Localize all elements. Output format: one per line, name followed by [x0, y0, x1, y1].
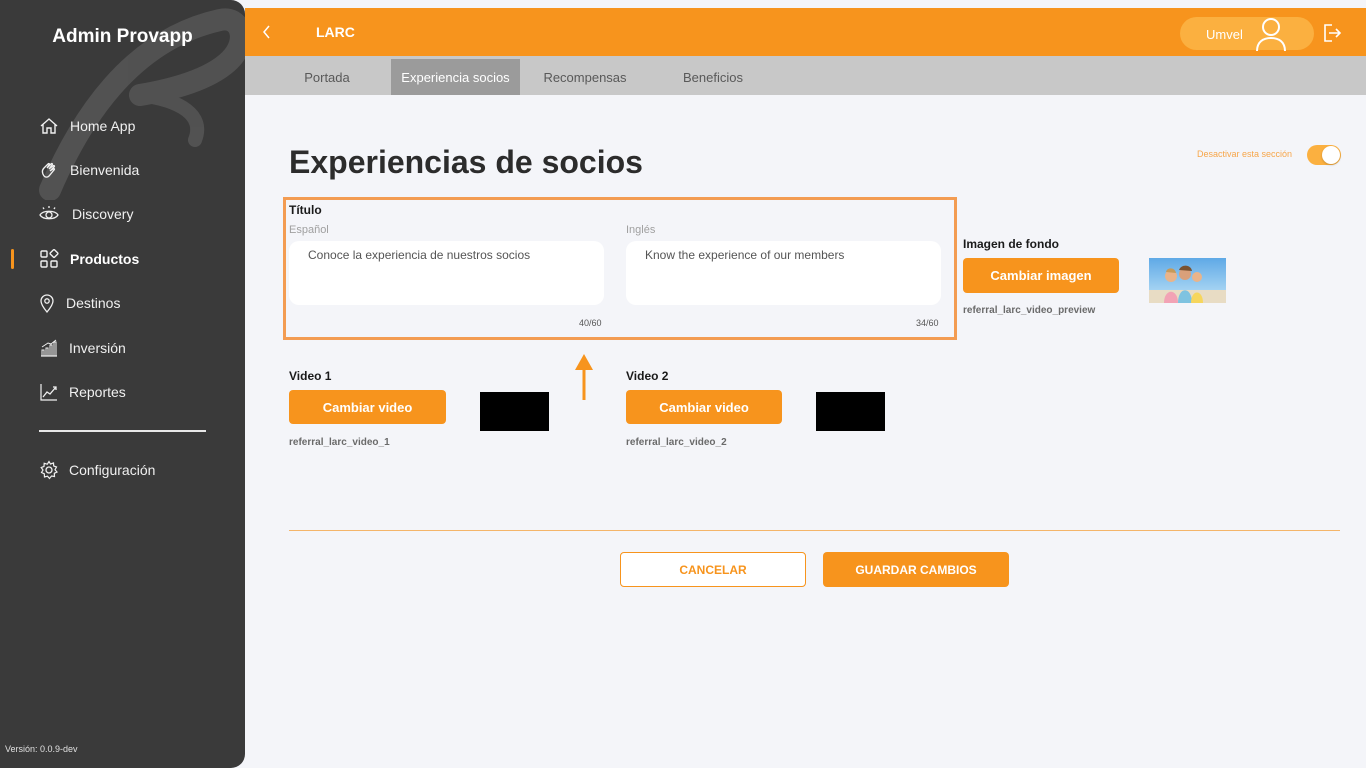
home-icon: [38, 115, 60, 137]
sidebar-item-bienvenida[interactable]: Bienvenida: [0, 150, 245, 190]
toggle-label: Desactivar esta sección: [1197, 149, 1293, 159]
active-indicator: [11, 249, 14, 269]
sidebar-item-productos[interactable]: Productos: [0, 239, 245, 279]
grid-icon: [38, 248, 60, 270]
video1-thumbnail: [480, 392, 549, 431]
spanish-char-counter: 40/60: [579, 318, 602, 328]
sidebar-item-label: Discovery: [72, 206, 134, 222]
sidebar-item-destinos[interactable]: Destinos: [0, 283, 245, 323]
save-changes-button[interactable]: GUARDAR CAMBIOS: [823, 552, 1009, 587]
page-title: Experiencias de socios: [289, 144, 643, 180]
tab-recompensas[interactable]: Recompensas: [535, 59, 635, 95]
title-english-input[interactable]: [626, 241, 941, 305]
line-chart-icon: [38, 381, 60, 403]
sidebar-settings-label: Configuración: [69, 462, 156, 478]
top-bar: LARC Umvel: [245, 8, 1366, 56]
sidebar-item-discovery[interactable]: Discovery: [0, 194, 245, 234]
tab-beneficios[interactable]: Beneficios: [665, 59, 761, 95]
video1-label: Video 1: [289, 369, 332, 383]
eye-icon: [38, 203, 60, 225]
change-video2-button[interactable]: Cambiar video: [626, 390, 782, 424]
sidebar-item-label: Home App: [70, 118, 136, 134]
page-header-title: LARC: [316, 24, 355, 40]
sidebar-divider: [39, 430, 206, 432]
video2-thumbnail: [816, 392, 885, 431]
title-section-label: Título: [289, 203, 322, 217]
version-text: Versión: 0.0.9-dev: [5, 744, 78, 754]
app-title: Admin Provapp: [52, 26, 193, 47]
section-tabs: Portada Experiencia socios Recompensas B…: [245, 56, 1366, 95]
change-video1-button[interactable]: Cambiar video: [289, 390, 446, 424]
sidebar-item-label: Productos: [70, 251, 140, 267]
user-name: Umvel: [1206, 27, 1243, 42]
section-toggle[interactable]: [1307, 145, 1341, 165]
background-file-name: referral_larc_video_preview: [963, 305, 1096, 316]
cancel-button[interactable]: CANCELAR: [620, 552, 806, 587]
wave-hand-icon: [38, 159, 60, 181]
english-label: Inglés: [626, 224, 656, 236]
title-spanish-input[interactable]: [289, 241, 604, 305]
user-avatar-icon: [1256, 18, 1286, 52]
sidebar-item-inversion[interactable]: Inversión: [0, 328, 245, 368]
video2-label: Video 2: [626, 369, 669, 383]
toggle-knob: [1322, 146, 1340, 164]
video1-file-name: referral_larc_video_1: [289, 437, 390, 448]
app-root: Admin Provapp Home App Bienvenida Discov…: [0, 0, 1366, 768]
footer-divider: [289, 530, 1340, 531]
sidebar-item-home-app[interactable]: Home App: [0, 106, 245, 146]
sidebar-item-configuracion[interactable]: Configuración: [0, 450, 245, 490]
tab-experiencia-socios[interactable]: Experiencia socios: [391, 59, 520, 95]
user-menu-button[interactable]: Umvel: [1180, 17, 1314, 52]
tab-portada[interactable]: Portada: [282, 59, 372, 95]
bar-chart-icon: [38, 337, 60, 359]
sidebar-item-label: Destinos: [66, 295, 121, 311]
video2-file-name: referral_larc_video_2: [626, 437, 727, 448]
sidebar-item-label: Bienvenida: [70, 162, 140, 178]
background-image-thumbnail: [1149, 258, 1226, 303]
sidebar: Admin Provapp Home App Bienvenida Discov…: [0, 0, 245, 768]
map-pin-icon: [36, 292, 58, 314]
change-image-button[interactable]: Cambiar imagen: [963, 258, 1119, 293]
chevron-left-icon[interactable]: [257, 22, 277, 42]
sidebar-item-label: Inversión: [69, 340, 126, 356]
spanish-label: Español: [289, 224, 329, 236]
background-image-label: Imagen de fondo: [963, 237, 1059, 251]
sidebar-item-reportes[interactable]: Reportes: [0, 372, 245, 412]
english-char-counter: 34/60: [916, 318, 939, 328]
sidebar-item-label: Reportes: [69, 384, 126, 400]
gear-icon: [38, 459, 60, 481]
logout-icon[interactable]: [1321, 22, 1343, 44]
arrow-up-annotation-icon: [575, 354, 593, 400]
